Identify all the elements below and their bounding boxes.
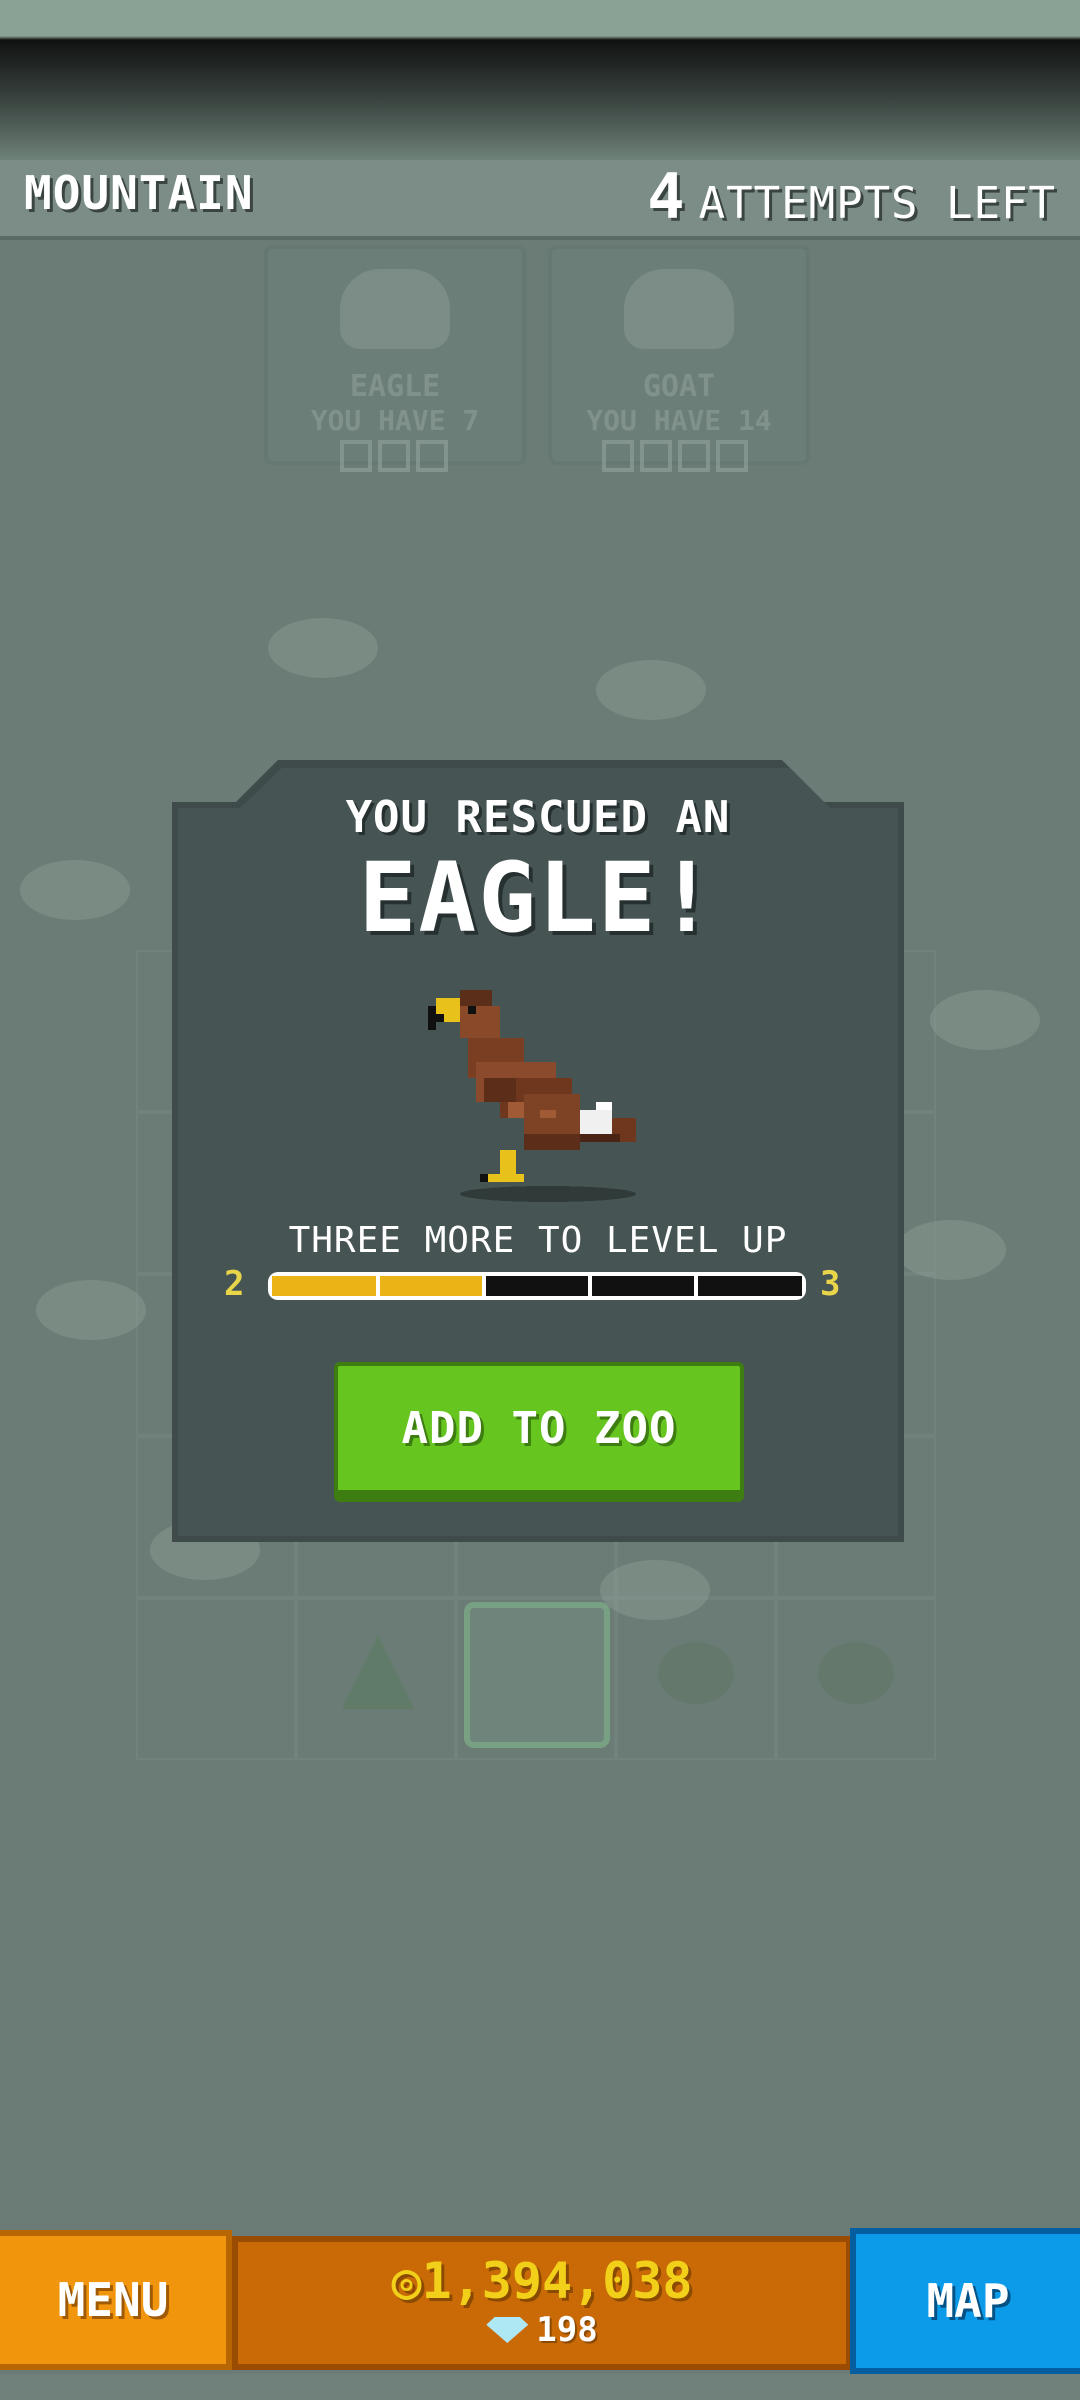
card-animal-name: EAGLE — [349, 369, 441, 404]
eagle-card: EAGLE YOU HAVE 7 — [264, 245, 526, 465]
card-animal-name: GOAT — [642, 369, 716, 404]
bottom-edge — [0, 2374, 1080, 2400]
flying-animal — [268, 618, 378, 678]
eagle-icon — [428, 990, 636, 1202]
level-name: MOUNTAIN — [24, 166, 254, 220]
progress-segment-divider — [376, 1276, 380, 1296]
menu-button[interactable]: MENU — [0, 2230, 232, 2370]
goat-tile — [464, 1602, 610, 1748]
eagle-icon — [340, 269, 450, 349]
progress-segment-divider — [482, 1276, 486, 1296]
goat-icon — [624, 269, 734, 349]
flying-animal — [896, 1220, 1006, 1280]
progress-segment-divider — [588, 1276, 592, 1296]
gem-icon — [486, 2317, 529, 2343]
currency-panel: ◎1,394,038 198 — [232, 2236, 852, 2370]
map-button[interactable]: MAP — [850, 2228, 1080, 2374]
progress-segment-divider — [694, 1276, 698, 1296]
coin-amount: 1,394,038 — [421, 2252, 693, 2310]
attempts-label: ATTEMPTS LEFT — [698, 178, 1056, 229]
add-to-zoo-button[interactable]: ADD TO ZOO — [334, 1362, 744, 1502]
current-level: 2 — [224, 1264, 245, 1304]
attempts-count: 4 — [647, 160, 685, 233]
flying-animal — [596, 660, 706, 720]
flying-animal — [600, 1560, 710, 1620]
coin-icon: ◎ — [391, 2252, 422, 2310]
goat-card: GOAT YOU HAVE 14 — [548, 245, 810, 465]
card-animal-count: YOU HAVE 14 — [586, 404, 772, 437]
next-level: 3 — [820, 1264, 841, 1304]
flying-animal — [20, 860, 130, 920]
status-bar-area — [0, 0, 1080, 160]
dialog-animal-name: EAGLE! — [358, 842, 718, 954]
gem-amount: 198 — [536, 2310, 598, 2350]
flying-animal — [930, 990, 1040, 1050]
gem-balance: 198 — [238, 2310, 846, 2350]
bush-icon — [658, 1642, 734, 1704]
levelup-text: THREE MORE TO LEVEL UP — [288, 1220, 788, 1261]
tree-icon — [342, 1635, 414, 1709]
card-animal-count: YOU HAVE 7 — [310, 404, 480, 437]
goat-progress-slots — [602, 440, 748, 472]
attempts-counter: 4 ATTEMPTS LEFT — [647, 160, 1056, 233]
bush-icon — [818, 1642, 894, 1704]
flying-animal — [36, 1280, 146, 1340]
coin-balance: ◎1,394,038 — [238, 2252, 846, 2310]
dialog-title: YOU RESCUED AN — [345, 792, 731, 843]
eagle-progress-slots — [340, 440, 448, 472]
level-progress-bar — [268, 1272, 806, 1300]
